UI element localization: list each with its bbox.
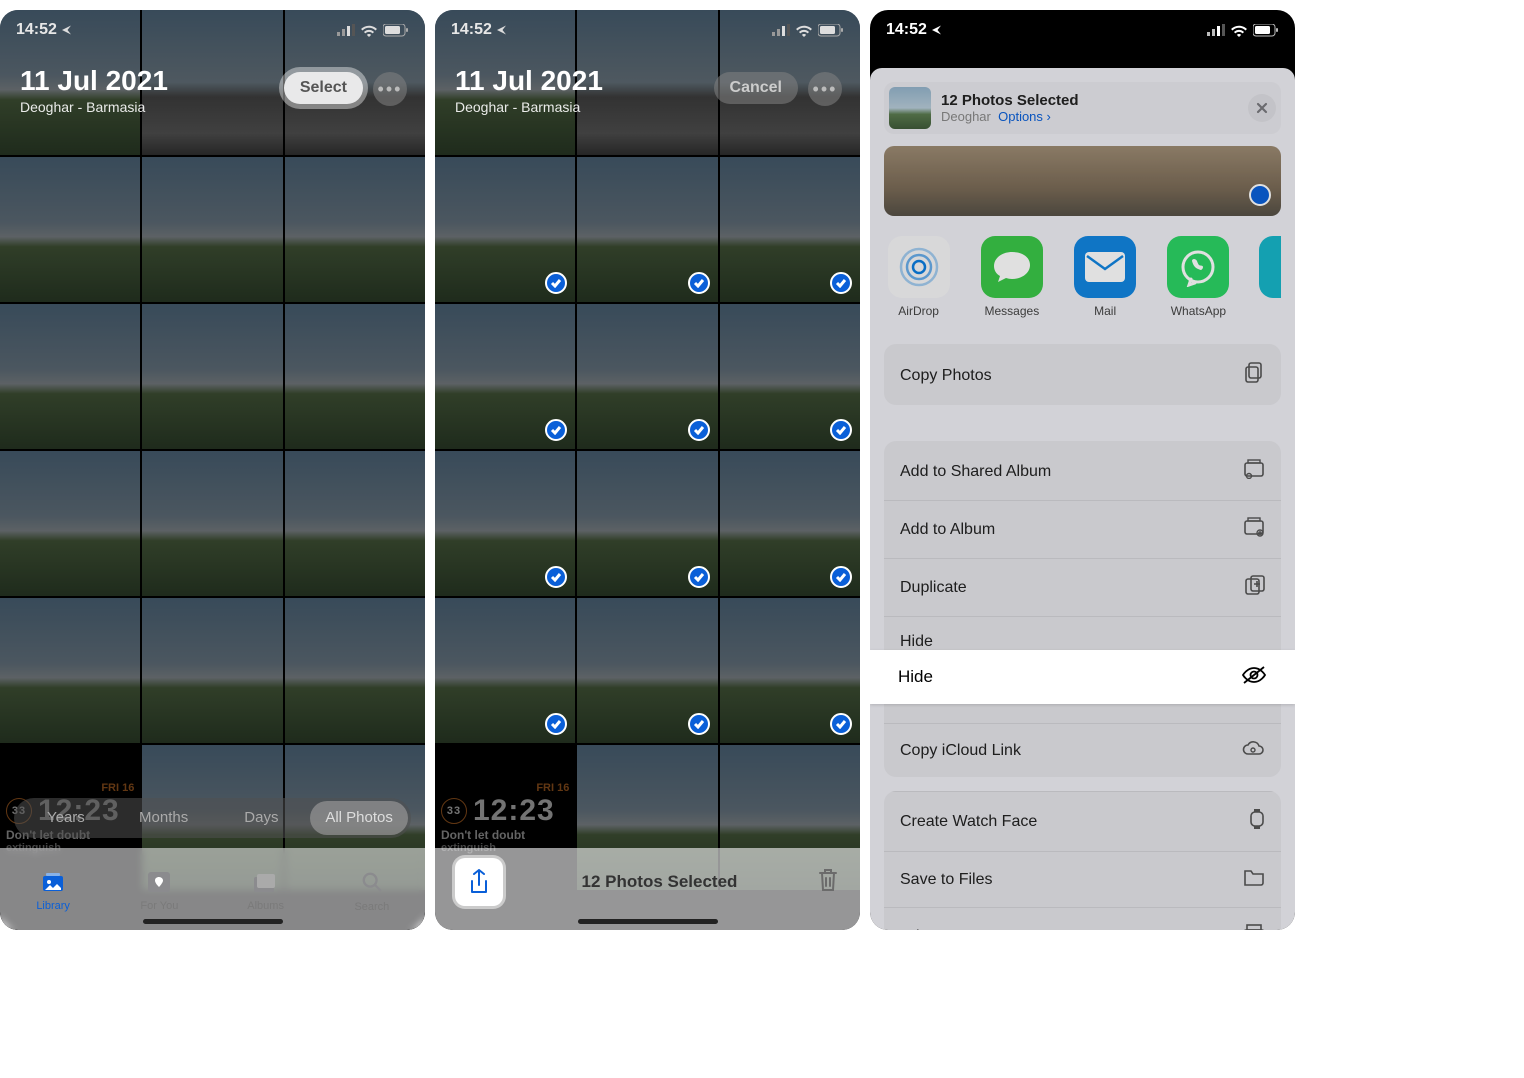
icloud-icon — [1241, 740, 1265, 761]
action-add-shared-album[interactable]: Add to Shared Album — [884, 441, 1281, 500]
action-copy-photos[interactable]: Copy Photos — [884, 344, 1281, 405]
tab-albums[interactable]: Albums — [213, 848, 319, 930]
close-button[interactable] — [1248, 94, 1276, 122]
home-indicator[interactable] — [143, 919, 283, 924]
selected-preview[interactable] — [884, 146, 1281, 216]
photos-grid: FRI 16 3312:23 Don't let doubt extinguis… — [0, 10, 425, 930]
action-add-album[interactable]: Add to Album — [884, 500, 1281, 558]
close-icon — [1256, 102, 1268, 114]
albums-icon — [254, 872, 278, 898]
photos-grid: FRI 16 3312:23 Don't let doubt extinguis… — [435, 10, 860, 930]
share-button[interactable] — [455, 858, 503, 906]
library-icon — [41, 872, 65, 898]
app-whatsapp[interactable]: WhatsApp — [1166, 236, 1231, 318]
options-button[interactable]: Options › — [998, 109, 1051, 124]
tab-search[interactable]: Search — [319, 848, 425, 930]
selection-toolbar: 12 Photos Selected — [435, 848, 860, 930]
folder-icon — [1243, 868, 1265, 891]
whatsapp-icon — [1178, 247, 1218, 287]
more-button[interactable]: ••• — [808, 72, 842, 106]
hide-icon — [1241, 665, 1267, 690]
mail-icon — [1085, 252, 1125, 282]
status-bar: 14:52 — [870, 10, 1295, 50]
share-sheet-header: 12 Photos Selected Deoghar Options › — [884, 82, 1281, 134]
segment-years[interactable]: Years — [17, 801, 115, 835]
duplicate-icon — [1245, 575, 1265, 600]
check-icon — [1249, 184, 1271, 206]
trash-icon — [816, 867, 840, 893]
cell-signal-icon — [337, 24, 355, 36]
tab-for-you[interactable]: For You — [106, 848, 212, 930]
tab-bar: Library For You Albums Search — [0, 848, 425, 930]
action-create-watch-face[interactable]: Create Watch Face — [884, 791, 1281, 851]
cancel-button[interactable]: Cancel — [714, 72, 798, 104]
action-copy-icloud-link[interactable]: Copy iCloud Link — [884, 723, 1281, 777]
app-mail[interactable]: Mail — [1073, 236, 1138, 318]
copy-icon — [1245, 362, 1265, 389]
status-bar: 14:52 — [0, 10, 425, 50]
app-messages[interactable]: Messages — [979, 236, 1044, 318]
hide-label: Hide — [898, 667, 933, 687]
wifi-icon — [360, 24, 378, 37]
more-button[interactable]: ••• — [373, 72, 407, 106]
shared-album-icon — [1243, 459, 1265, 484]
select-button[interactable]: Select — [284, 72, 363, 104]
share-icon — [467, 868, 491, 896]
action-save-to-files[interactable]: Save to Files — [884, 851, 1281, 907]
search-icon — [361, 871, 383, 899]
view-segmented-control[interactable]: Years Months Days All Photos — [14, 798, 411, 838]
segment-days[interactable]: Days — [213, 801, 311, 835]
watch-icon — [1249, 808, 1265, 835]
delete-button[interactable] — [816, 867, 840, 898]
photos-header: 11 Jul 2021 Deoghar - Barmasia — [20, 65, 168, 115]
app-airdrop[interactable]: AirDrop — [886, 236, 951, 318]
battery-icon — [383, 24, 409, 37]
share-title: 12 Photos Selected — [941, 92, 1079, 109]
photos-header: 11 Jul 2021 Deoghar - Barmasia — [455, 65, 603, 115]
share-apps-row: AirDrop Messages Mail WhatsApp — [884, 236, 1281, 318]
print-icon — [1243, 924, 1265, 930]
action-hide[interactable]: Hide — [870, 650, 1295, 704]
messages-icon — [992, 249, 1032, 285]
status-bar: 14:52 — [435, 10, 860, 50]
action-duplicate[interactable]: Duplicate — [884, 558, 1281, 616]
app-more[interactable] — [1259, 236, 1279, 318]
airdrop-icon — [897, 245, 941, 289]
home-indicator[interactable] — [578, 919, 718, 924]
tab-library[interactable]: Library — [0, 848, 106, 930]
segment-months[interactable]: Months — [115, 801, 213, 835]
segment-all-photos[interactable]: All Photos — [310, 801, 408, 835]
selected-count-label: 12 Photos Selected — [503, 872, 816, 892]
album-icon — [1243, 517, 1265, 542]
share-sheet: 12 Photos Selected Deoghar Options › Air… — [870, 68, 1295, 930]
action-print[interactable]: Print — [884, 907, 1281, 930]
selection-thumb — [889, 87, 931, 129]
foryou-icon — [148, 872, 170, 898]
